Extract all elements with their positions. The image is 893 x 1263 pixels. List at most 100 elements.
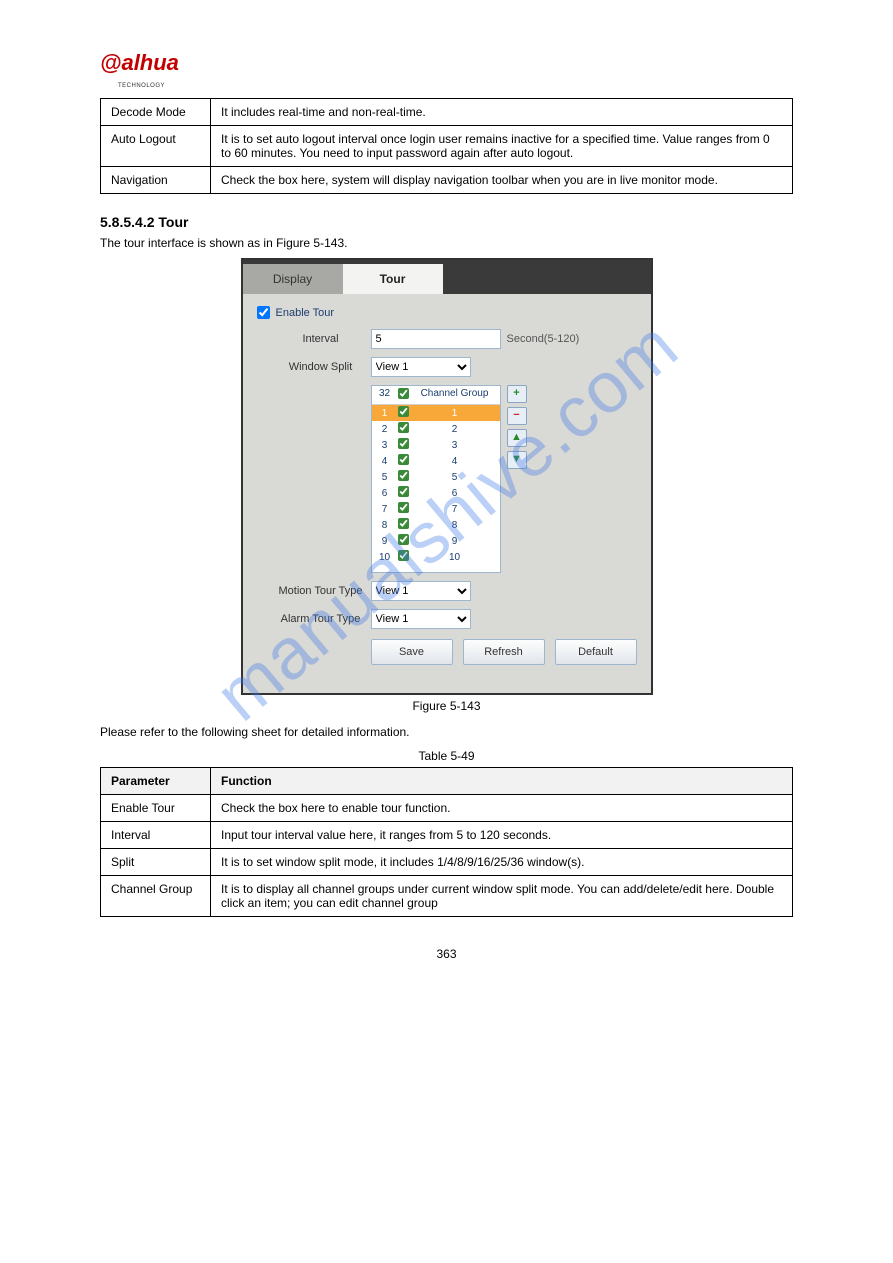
channel-index: 5 bbox=[374, 472, 396, 483]
channel-group-value: 8 bbox=[412, 520, 498, 531]
logo: @alhua TECHNOLOGY bbox=[100, 50, 793, 90]
list-item[interactable]: 33 bbox=[372, 437, 500, 453]
param-cell: Enable Tour bbox=[101, 795, 211, 822]
channel-index: 9 bbox=[374, 536, 396, 547]
list-item[interactable]: 88 bbox=[372, 517, 500, 533]
table2-header-param: Parameter bbox=[101, 768, 211, 795]
table-row: NavigationCheck the box here, system wil… bbox=[101, 167, 793, 194]
tab-strip: Display Tour bbox=[243, 260, 651, 294]
channel-checkbox[interactable] bbox=[398, 406, 409, 417]
move-down-icon[interactable]: ▼ bbox=[507, 451, 527, 469]
table-row: SplitIt is to set window split mode, it … bbox=[101, 849, 793, 876]
channel-checkbox[interactable] bbox=[398, 486, 409, 497]
channel-group-value: 5 bbox=[412, 472, 498, 483]
list-item[interactable]: 22 bbox=[372, 421, 500, 437]
table2-header-func: Function bbox=[211, 768, 793, 795]
tour-panel: Display Tour Enable Tour Interval Second… bbox=[241, 258, 653, 695]
table2-caption: Table 5-49 bbox=[100, 749, 793, 763]
page-number: 363 bbox=[100, 947, 793, 961]
table-row: Channel GroupIt is to display all channe… bbox=[101, 876, 793, 917]
alarm-tour-label: Alarm Tour Type bbox=[271, 613, 371, 625]
channel-group-header: Channel Group bbox=[412, 388, 498, 402]
channel-checkbox[interactable] bbox=[398, 422, 409, 433]
channel-index: 6 bbox=[374, 488, 396, 499]
enable-tour-label: Enable Tour bbox=[276, 307, 335, 319]
param-cell: Channel Group bbox=[101, 876, 211, 917]
motion-tour-select[interactable]: View 1 bbox=[371, 581, 471, 601]
channel-group-value: 7 bbox=[412, 504, 498, 515]
list-item[interactable]: 99 bbox=[372, 533, 500, 549]
remove-icon[interactable]: − bbox=[507, 407, 527, 425]
list-item[interactable]: 11 bbox=[372, 405, 500, 421]
desc-cell: It is to set auto logout interval once l… bbox=[211, 126, 793, 167]
list-item[interactable]: 55 bbox=[372, 469, 500, 485]
table-row: Decode ModeIt includes real-time and non… bbox=[101, 99, 793, 126]
alarm-tour-select[interactable]: View 1 bbox=[371, 609, 471, 629]
table-row: IntervalInput tour interval value here, … bbox=[101, 822, 793, 849]
channel-checkbox[interactable] bbox=[398, 454, 409, 465]
logo-subtext: TECHNOLOGY bbox=[118, 83, 165, 89]
param-cell: Interval bbox=[101, 822, 211, 849]
channel-group-value: 6 bbox=[412, 488, 498, 499]
channel-checkbox[interactable] bbox=[398, 470, 409, 481]
after-figure-text: Please refer to the following sheet for … bbox=[100, 725, 793, 739]
channel-index: 8 bbox=[374, 520, 396, 531]
desc-cell: It includes real-time and non-real-time. bbox=[211, 99, 793, 126]
channel-group-value: 1 bbox=[412, 408, 498, 419]
list-item[interactable]: 44 bbox=[372, 453, 500, 469]
channel-index: 2 bbox=[374, 424, 396, 435]
param-table-1: Decode ModeIt includes real-time and non… bbox=[100, 98, 793, 194]
interval-input[interactable] bbox=[371, 329, 501, 349]
table-row: Enable TourCheck the box here to enable … bbox=[101, 795, 793, 822]
tab-display[interactable]: Display bbox=[243, 264, 343, 294]
desc-cell: It is to set window split mode, it inclu… bbox=[211, 849, 793, 876]
window-split-select[interactable]: View 1 bbox=[371, 357, 471, 377]
move-up-icon[interactable]: ▲ bbox=[507, 429, 527, 447]
interval-hint: Second(5-120) bbox=[507, 333, 580, 345]
section-heading: 5.8.5.4.2 Tour bbox=[100, 214, 793, 230]
list-item[interactable]: 66 bbox=[372, 485, 500, 501]
section-intro: The tour interface is shown as in Figure… bbox=[100, 236, 793, 250]
table-row: Auto LogoutIt is to set auto logout inte… bbox=[101, 126, 793, 167]
channel-index: 10 bbox=[374, 552, 396, 563]
channel-group-value: 10 bbox=[412, 552, 498, 563]
desc-cell: Check the box here, system will display … bbox=[211, 167, 793, 194]
channel-checkbox[interactable] bbox=[398, 438, 409, 449]
list-item[interactable]: 10 10 bbox=[372, 549, 500, 565]
param-cell: Auto Logout bbox=[101, 126, 211, 167]
desc-cell: It is to display all channel groups unde… bbox=[211, 876, 793, 917]
param-cell: Navigation bbox=[101, 167, 211, 194]
channel-header-checkbox[interactable] bbox=[398, 388, 409, 399]
channel-group-value: 9 bbox=[412, 536, 498, 547]
add-icon[interactable]: + bbox=[507, 385, 527, 403]
refresh-button[interactable]: Refresh bbox=[463, 639, 545, 665]
param-cell: Decode Mode bbox=[101, 99, 211, 126]
channel-group-value: 3 bbox=[412, 440, 498, 451]
interval-label: Interval bbox=[271, 333, 371, 345]
channel-index: 7 bbox=[374, 504, 396, 515]
channel-index: 4 bbox=[374, 456, 396, 467]
desc-cell: Input tour interval value here, it range… bbox=[211, 822, 793, 849]
channel-checkbox[interactable] bbox=[398, 534, 409, 545]
list-item[interactable]: 77 bbox=[372, 501, 500, 517]
window-split-label: Window Split bbox=[271, 361, 371, 373]
param-table-2: Parameter Function Enable TourCheck the … bbox=[100, 767, 793, 917]
channel-checkbox[interactable] bbox=[398, 518, 409, 529]
save-button[interactable]: Save bbox=[371, 639, 453, 665]
tab-tour[interactable]: Tour bbox=[343, 264, 443, 294]
channel-group-value: 4 bbox=[412, 456, 498, 467]
channel-checkbox[interactable] bbox=[398, 550, 409, 561]
channel-index: 1 bbox=[374, 408, 396, 419]
motion-tour-label: Motion Tour Type bbox=[271, 585, 371, 597]
param-cell: Split bbox=[101, 849, 211, 876]
channel-checkbox[interactable] bbox=[398, 502, 409, 513]
channel-group-value: 2 bbox=[412, 424, 498, 435]
channel-count: 32 bbox=[374, 388, 396, 402]
default-button[interactable]: Default bbox=[555, 639, 637, 665]
enable-tour-checkbox[interactable] bbox=[257, 306, 270, 319]
channel-group-list[interactable]: 32 Channel Group 1122334455667788991010 bbox=[371, 385, 501, 573]
figure-caption: Figure 5-143 bbox=[100, 699, 793, 713]
channel-index: 3 bbox=[374, 440, 396, 451]
logo-text: alhua bbox=[121, 50, 178, 75]
desc-cell: Check the box here to enable tour functi… bbox=[211, 795, 793, 822]
